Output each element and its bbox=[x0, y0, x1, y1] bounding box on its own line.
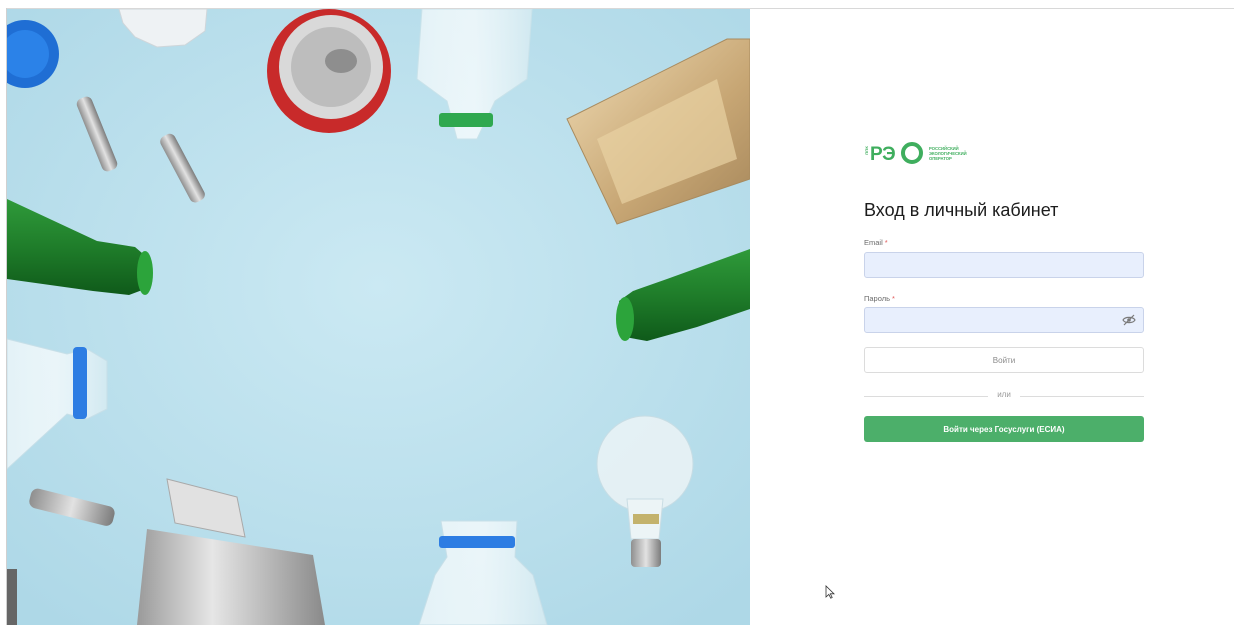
logo-caption: РОССИЙСКИЙ ЭКОЛОГИЧЕСКИЙ ОПЕРАТОР bbox=[929, 146, 989, 161]
login-page: ППК РЭ РОССИЙСКИЙ ЭКОЛОГИЧЕСКИЙ ОПЕРАТОР… bbox=[0, 0, 1234, 625]
dark-object-edge bbox=[7, 569, 17, 625]
logo-letters: РЭ bbox=[870, 144, 896, 165]
or-text: или bbox=[997, 390, 1011, 399]
password-label: Пароль * bbox=[864, 294, 895, 303]
eye-off-icon[interactable] bbox=[1122, 314, 1136, 326]
email-label-text: Email bbox=[864, 238, 883, 247]
email-label: Email * bbox=[864, 238, 888, 247]
soda-can bbox=[267, 9, 391, 133]
reo-logo: ППК РЭ РОССИЙСКИЙ ЭКОЛОГИЧЕСКИЙ ОПЕРАТОР bbox=[864, 142, 994, 167]
recycling-illustration bbox=[7, 9, 750, 625]
mouse-pointer-icon bbox=[825, 585, 835, 599]
login-button[interactable]: Войти bbox=[864, 347, 1144, 373]
password-field[interactable] bbox=[864, 307, 1144, 333]
page-title: Вход в личный кабинет bbox=[864, 200, 1059, 220]
logo-ring-icon bbox=[901, 142, 923, 164]
password-required-mark: * bbox=[892, 294, 895, 303]
gosuslugi-login-button[interactable]: Войти через Госуслуги (ЕСИА) bbox=[864, 416, 1144, 442]
email-field[interactable] bbox=[864, 252, 1144, 278]
or-divider: или bbox=[864, 390, 1144, 402]
logo-side-text: ППК bbox=[864, 146, 869, 155]
recycling-photo bbox=[7, 9, 750, 625]
email-required-mark: * bbox=[884, 238, 888, 247]
password-label-text: Пароль bbox=[864, 294, 891, 303]
divider-line-left bbox=[864, 396, 988, 397]
divider-line-right bbox=[1020, 396, 1144, 397]
logo-line-3: ОПЕРАТОР bbox=[929, 156, 952, 161]
